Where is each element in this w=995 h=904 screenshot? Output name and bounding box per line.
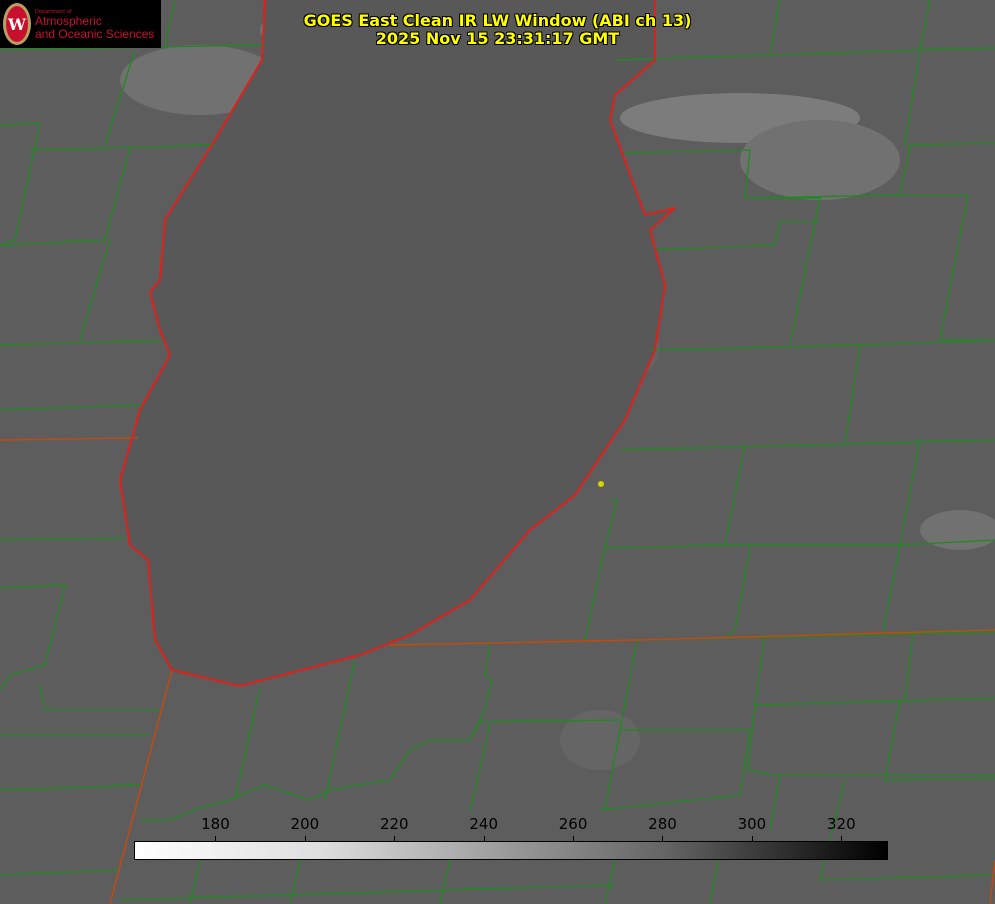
colorbar-tick-mark — [662, 836, 664, 841]
colorbar-tick-label: 240 — [469, 815, 498, 833]
colorbar-tick-mark — [751, 836, 753, 841]
station-marker — [598, 481, 604, 487]
satellite-image-viewer: W Department of Atmospheric and Oceanic … — [0, 0, 995, 904]
colorbar-tick-mark — [483, 836, 485, 841]
satellite-map — [0, 0, 995, 904]
colorbar-tick-label: 320 — [826, 815, 856, 833]
colorbar-tick-label: 280 — [648, 815, 677, 833]
colorbar-tick-mark — [304, 836, 306, 841]
image-title: GOES East Clean IR LW Window (ABI ch 13) — [303, 11, 692, 30]
colorbar-tick-label: 200 — [290, 815, 320, 833]
colorbar-tick-label: 220 — [379, 815, 409, 833]
colorbar-tick-label: 260 — [558, 815, 588, 833]
colorbar-tick-mark — [841, 836, 843, 841]
colorbar — [134, 841, 888, 860]
colorbar-tick-mark — [573, 836, 575, 841]
colorbar-tick-label: 300 — [737, 815, 767, 833]
colorbar-tick-label: 180 — [201, 815, 230, 833]
colorbar-tick-mark — [394, 836, 396, 841]
image-timestamp: 2025 Nov 15 23:31:17 GMT — [375, 29, 620, 48]
colorbar-tick-mark — [215, 836, 217, 841]
